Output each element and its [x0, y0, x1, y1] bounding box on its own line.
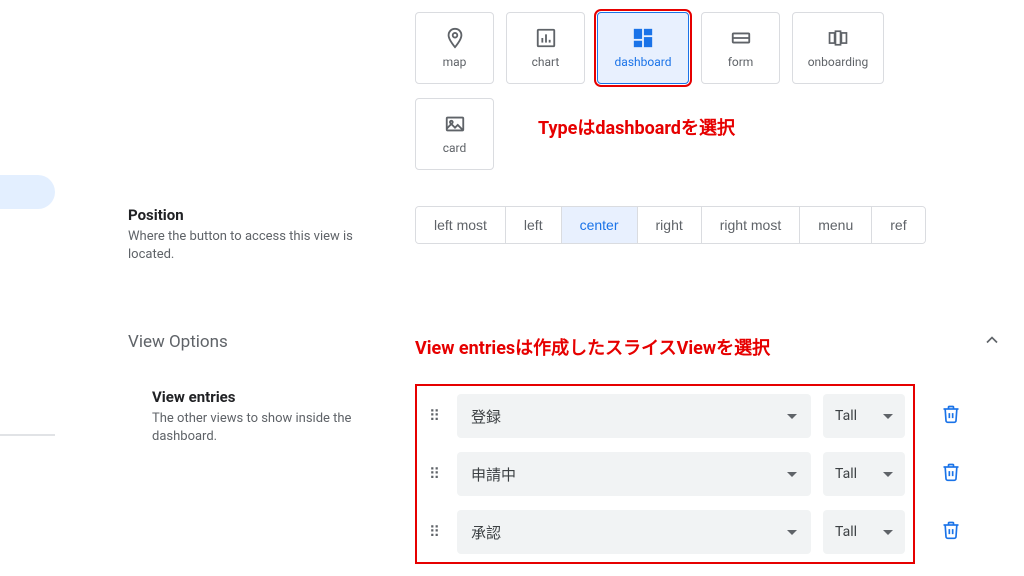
- view-entry-select[interactable]: 登録: [457, 394, 811, 438]
- chevron-down-icon: [787, 414, 797, 419]
- chevron-down-icon: [883, 530, 893, 535]
- pin-icon: [444, 27, 466, 49]
- view-entry-row: ⠿ 承認 Tall: [425, 510, 905, 554]
- position-right[interactable]: right: [638, 207, 702, 243]
- view-type-row-1: map chart dashboard form onboarding: [415, 12, 884, 84]
- onboarding-icon: [827, 27, 849, 49]
- view-entry-value: 承認: [471, 522, 501, 543]
- chevron-down-icon: [883, 472, 893, 477]
- position-button-group: left most left center right right most m…: [415, 206, 926, 244]
- drag-handle-icon[interactable]: ⠿: [425, 407, 445, 425]
- delete-entry-button[interactable]: [929, 508, 973, 552]
- image-icon: [444, 113, 466, 135]
- drag-handle-icon[interactable]: ⠿: [425, 465, 445, 483]
- view-entry-select[interactable]: 承認: [457, 510, 811, 554]
- annotation-type: Typeはdashboardを選択: [538, 114, 735, 140]
- view-entry-size-value: Tall: [835, 524, 857, 540]
- view-entry-value: 申請中: [471, 464, 516, 485]
- chevron-down-icon: [883, 414, 893, 419]
- view-entries-section-label: View entries The other views to show ins…: [152, 388, 392, 446]
- position-center[interactable]: center: [562, 207, 638, 243]
- view-entry-size-value: Tall: [835, 408, 857, 424]
- tile-label: chart: [532, 55, 560, 69]
- view-type-map[interactable]: map: [415, 12, 494, 84]
- form-icon: [730, 27, 752, 49]
- position-section-label: Position Where the button to access this…: [128, 206, 368, 264]
- sidebar-divider: [0, 434, 55, 436]
- delete-entry-button[interactable]: [929, 450, 973, 494]
- view-entry-row: ⠿ 登録 Tall: [425, 394, 905, 438]
- delete-entry-button[interactable]: [929, 392, 973, 436]
- collapse-view-options[interactable]: [982, 330, 1002, 354]
- view-entry-size-select[interactable]: Tall: [823, 452, 905, 496]
- position-menu[interactable]: menu: [800, 207, 872, 243]
- trash-column: [929, 392, 973, 552]
- view-entry-size-select[interactable]: Tall: [823, 510, 905, 554]
- view-entry-select[interactable]: 申請中: [457, 452, 811, 496]
- chevron-down-icon: [787, 530, 797, 535]
- view-type-form[interactable]: form: [701, 12, 780, 84]
- drag-handle-icon[interactable]: ⠿: [425, 523, 445, 541]
- tile-label: onboarding: [808, 55, 869, 69]
- position-title: Position: [128, 206, 368, 224]
- tile-label: form: [728, 55, 754, 69]
- tile-label: card: [443, 141, 467, 155]
- position-left[interactable]: left: [506, 207, 562, 243]
- view-type-dashboard[interactable]: dashboard: [597, 12, 689, 84]
- position-left-most[interactable]: left most: [416, 207, 506, 243]
- view-entries-desc: The other views to show inside the dashb…: [152, 410, 392, 446]
- view-entry-row: ⠿ 申請中 Tall: [425, 452, 905, 496]
- view-options-heading: View Options: [128, 332, 228, 352]
- view-entry-size-value: Tall: [835, 466, 857, 482]
- position-right-most[interactable]: right most: [702, 207, 800, 243]
- view-type-onboarding[interactable]: onboarding: [792, 12, 884, 84]
- tile-label: map: [443, 55, 467, 69]
- sidebar-active-pill: [0, 175, 55, 209]
- view-entries-container: ⠿ 登録 Tall ⠿ 申請中 Tall ⠿ 承認: [415, 384, 915, 564]
- view-entries-title: View entries: [152, 388, 392, 406]
- position-desc: Where the button to access this view is …: [128, 228, 368, 264]
- dashboard-icon: [632, 27, 654, 49]
- view-type-chart[interactable]: chart: [506, 12, 585, 84]
- barchart-icon: [535, 27, 557, 49]
- chevron-down-icon: [787, 472, 797, 477]
- view-entry-value: 登録: [471, 406, 501, 427]
- view-type-row-2: card: [415, 98, 494, 170]
- view-entry-size-select[interactable]: Tall: [823, 394, 905, 438]
- tile-label: dashboard: [615, 55, 672, 69]
- position-ref[interactable]: ref: [872, 207, 924, 243]
- annotation-entries: View entriesは作成したスライスViewを選択: [415, 334, 770, 360]
- view-type-card[interactable]: card: [415, 98, 494, 170]
